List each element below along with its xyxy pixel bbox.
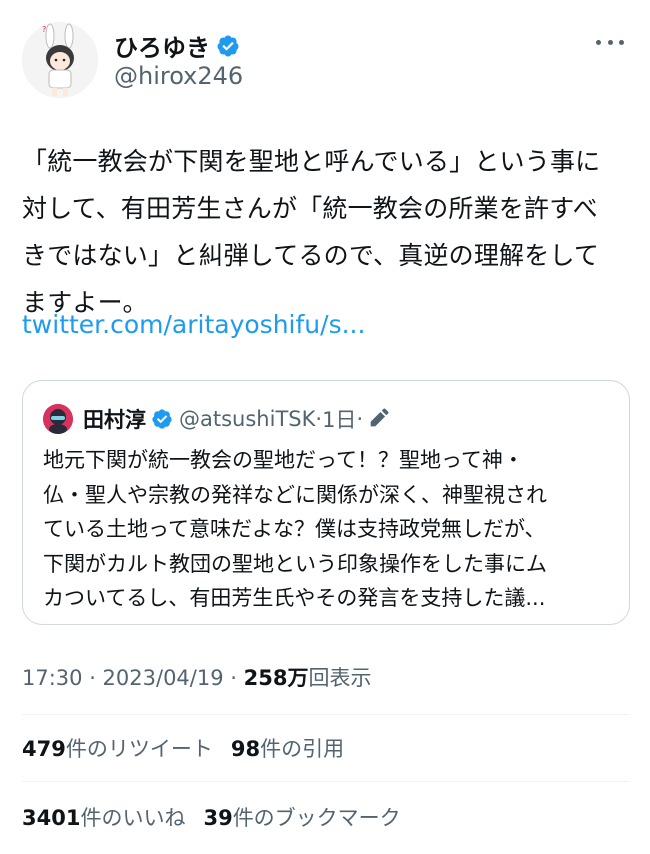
more-dot xyxy=(596,39,601,45)
quoted-text-line: 下関がカルト教団の聖地という印象操作をした事にム xyxy=(43,551,547,576)
bookmarks-label: 件のブックマーク xyxy=(232,806,401,830)
tweet-text-line: きではない」と糾弾してるので、真逆の理解をして xyxy=(22,241,600,270)
retweets-label: 件のリツイート xyxy=(65,737,213,761)
tweet-link[interactable]: twitter.com/aritayoshifu/s... xyxy=(22,305,365,345)
verified-badge-icon xyxy=(217,35,239,56)
bookmarks-stat[interactable]: 39件のブックマーク xyxy=(203,806,400,830)
tweet-text-line: 「統一教会が下関を聖地と呼んでいる」という事に xyxy=(22,147,601,176)
more-dot xyxy=(607,39,613,45)
retweets-stat[interactable]: 479件のリツイート xyxy=(22,737,213,761)
quoted-tweet-body: 地元下関が統一教会の聖地だって！？聖地って神・ 仏・聖人や宗教の発祥などに関係が… xyxy=(43,443,615,616)
quoted-author-handle: @atsushiTSK xyxy=(179,407,316,431)
tweet-timestamp[interactable]: 17:30 · 2023/04/19 · xyxy=(22,666,244,690)
retweets-count: 479 xyxy=(22,737,66,761)
meta-separator: · xyxy=(315,407,323,431)
tweet-header: ? ひろゆき @hirox246 xyxy=(22,22,632,98)
quoted-tweet-header: 田村淳 @atsushiTSK · 1日 · xyxy=(43,403,389,435)
quoted-author-name: 田村淳 xyxy=(83,408,146,432)
quoted-text-line: 地元下関が統一教会の聖地だって！？聖地って神・ xyxy=(43,448,524,472)
author-display-name[interactable]: ひろゆき xyxy=(114,28,210,63)
author-handle[interactable]: @hirox246 xyxy=(114,62,243,90)
tweet-meta: 17:30 · 2023/04/19 · 258万回表示 xyxy=(22,662,371,692)
divider xyxy=(22,781,630,782)
likes-count: 3401 xyxy=(22,806,81,830)
more-options-icon[interactable] xyxy=(596,32,624,52)
quotes-label: 件の引用 xyxy=(260,737,345,761)
verified-badge-icon xyxy=(152,409,172,429)
quotes-stat[interactable]: 98件の引用 xyxy=(231,737,344,761)
likes-label: 件のいいね xyxy=(80,806,186,830)
author-avatar[interactable]: ? xyxy=(22,22,98,98)
quoted-text-line: 仏・聖人や宗教の発祥などに関係が深く、神聖視され xyxy=(43,482,547,507)
quoted-author-avatar xyxy=(43,404,73,434)
svg-text:?: ? xyxy=(42,25,46,34)
author-name-row: ひろゆき xyxy=(114,28,240,63)
quoted-text-line: カついてるし、有田芳生氏やその発言を支持した議... xyxy=(43,586,546,610)
likes-stat[interactable]: 3401件のいいね xyxy=(22,806,185,830)
more-dot xyxy=(619,39,624,45)
stats-row-likes: 3401件のいいね 39件のブックマーク xyxy=(22,802,401,832)
quoted-author-avatar-icon xyxy=(43,404,73,434)
quoted-text-line: ている土地って意味だよな？僕は支持政党無しだが、 xyxy=(43,517,546,541)
views-count: 258万 xyxy=(243,666,309,690)
rabbit-ears-character-avatar-icon: ? xyxy=(22,22,98,98)
pencil-icon xyxy=(370,408,389,427)
tweet-text-line: 対して、有田芳生さんが「統一教会の所業を許すべ xyxy=(22,194,598,223)
divider xyxy=(22,714,630,715)
bookmarks-count: 39 xyxy=(203,806,233,830)
meta-separator: · xyxy=(356,407,364,431)
quoted-tweet-card[interactable]: 田村淳 @atsushiTSK · 1日 · 地元下関が統一教会の聖地だって！？… xyxy=(22,380,630,625)
tweet-body: 「統一教会が下関を聖地と呼んでいる」という事に 対して、有田芳生さんが「統一教会… xyxy=(22,138,632,326)
views-label: 回表示 xyxy=(308,666,372,690)
quoted-tweet-time: 1日 xyxy=(322,408,357,432)
stats-row-retweets: 479件のリツイート 98件の引用 xyxy=(22,733,344,763)
quotes-count: 98 xyxy=(230,737,261,761)
